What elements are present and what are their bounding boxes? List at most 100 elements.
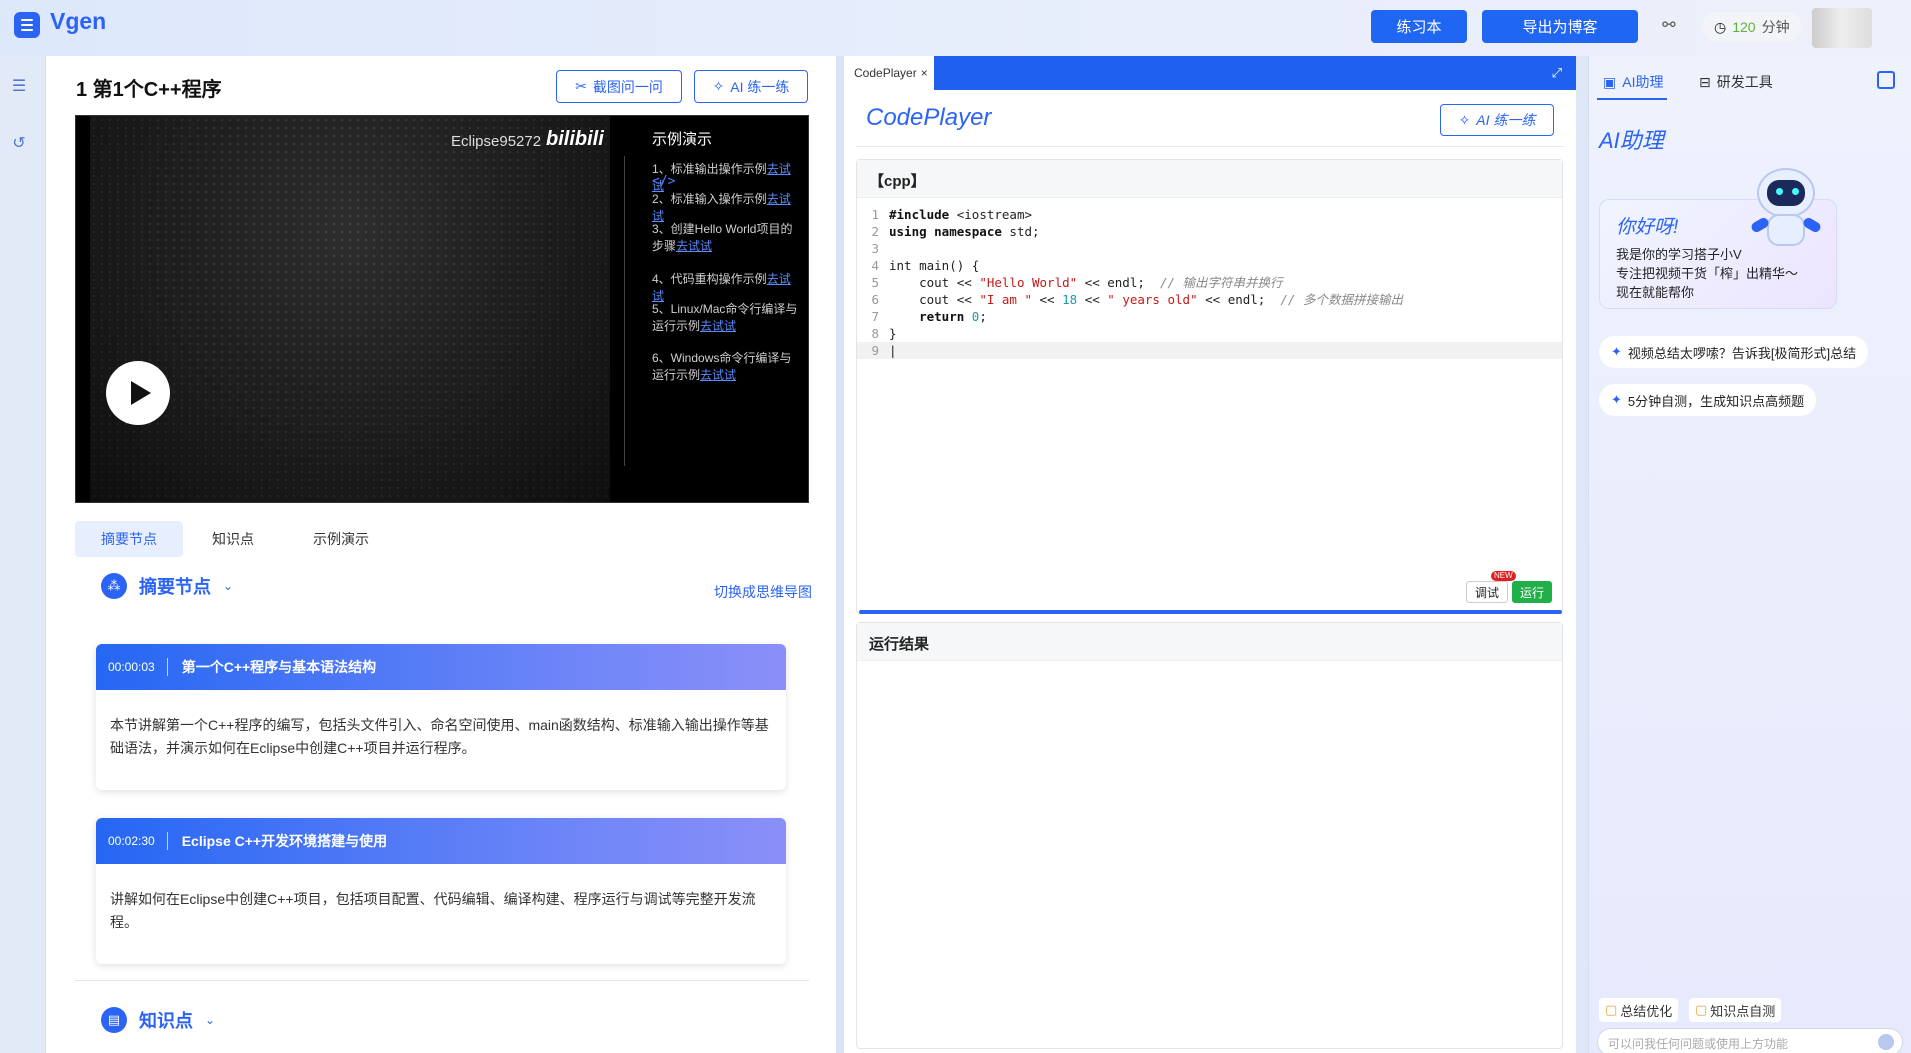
screenshot-ask-label: 截图问一问 xyxy=(592,78,663,95)
lesson-panel: 1 第1个C++程序 ✂ 截图问一问 ✧ AI 练一练 Eclipse95272… xyxy=(46,56,836,1053)
avatar[interactable] xyxy=(1812,8,1872,48)
summary-card-header: 00:00:03 第一个C++程序与基本语法结构 xyxy=(96,644,786,690)
greeting-line: 专注把视频干货「榨」出精华～ xyxy=(1616,266,1799,281)
code-line[interactable]: 5 cout << "Hello World" << endl; // 输出字符… xyxy=(857,274,1562,291)
outline-toggle-icon[interactable]: ☰ xyxy=(8,76,30,98)
code-line[interactable]: 7 return 0; xyxy=(857,308,1562,325)
try-link[interactable]: 去试试 xyxy=(700,368,736,382)
demo-item: 2、标准输入操作示例去试试 xyxy=(652,192,791,223)
suggestion-chip[interactable]: ✦ 视频总结太啰嗦？告诉我[极简形式]总结 xyxy=(1599,336,1869,368)
notification-bell-icon[interactable] xyxy=(1662,15,1684,37)
summary-optimize-chip[interactable]: ▢ 总结优化 xyxy=(1599,998,1679,1022)
new-badge: NEW xyxy=(1490,571,1516,581)
timestamp[interactable]: 00:02:30 xyxy=(96,832,168,850)
summary-icon: ▢ xyxy=(1605,1002,1618,1017)
video-frame[interactable] xyxy=(90,116,610,502)
code-tab-bar: CodePlayer × ⤢ xyxy=(844,56,1576,90)
tab-codeplayer[interactable]: CodePlayer × xyxy=(844,56,934,90)
code-editor[interactable]: 【cpp】 1 #include <iostream> 2 using namesp… xyxy=(856,159,1563,614)
send-icon[interactable] xyxy=(1878,1034,1894,1050)
assistant-input[interactable]: 可以问我任何问题或使用上方功能 xyxy=(1597,1028,1903,1053)
menu-logo-icon[interactable] xyxy=(14,12,40,38)
active-tab-underline xyxy=(1597,98,1667,100)
magic-wand-icon: ✧ xyxy=(1458,111,1471,128)
chevron-down-icon: ⌄ xyxy=(205,1013,216,1027)
summary-card-body: 讲解如何在Eclipse中创建C++项目，包括项目配置、代码编辑、编译构建、程序… xyxy=(110,891,756,930)
mindmap-toggle-link[interactable]: 切换成思维导图 xyxy=(714,582,812,602)
expand-icon[interactable]: ⤢ xyxy=(1552,65,1562,81)
clock-icon: ◷ xyxy=(1714,18,1727,35)
chip-label: 知识点自测 xyxy=(1710,1003,1776,1019)
code-player-panel: CodePlayer × ⤢ CodePlayer ✧ AI 练一练 【cpp】… xyxy=(844,56,1576,1053)
knowledge-test-chip[interactable]: ▢ 知识点自测 xyxy=(1689,998,1782,1022)
code-line[interactable]: 2 using namespace std; xyxy=(857,223,1562,240)
section-divider xyxy=(75,980,809,981)
try-link[interactable]: 去试试 xyxy=(676,239,712,253)
suggestion-chip[interactable]: ✦ 5分钟自测，生成知识点高频题 xyxy=(1599,384,1817,416)
tab-demo[interactable]: 示例演示 xyxy=(283,521,399,557)
language-label: 【cpp】 xyxy=(857,160,1562,198)
summary-card[interactable]: 00:02:30 Eclipse C++开发环境搭建与使用 讲解如何在Eclip… xyxy=(96,818,786,964)
code-line-current[interactable]: 9 | xyxy=(857,342,1562,359)
lesson-title: 1 第1个C++程序 xyxy=(76,79,222,101)
debug-button[interactable]: NEW 调试 xyxy=(1465,571,1516,603)
scissors-icon: ✂ xyxy=(575,78,587,94)
run-button[interactable]: 运行 xyxy=(1511,581,1552,603)
summary-card-body: 本节讲解第一个C++程序的编写，包括头文件引入、命名空间使用、main函数结构、… xyxy=(110,717,769,756)
timestamp[interactable]: 00:00:03 xyxy=(96,658,168,676)
book-icon: ▤ xyxy=(101,1007,127,1033)
app-logo[interactable]: Vgen xyxy=(50,8,106,35)
code-line[interactable]: 6 cout << "I am " << 18 << " years old" … xyxy=(857,291,1562,308)
ai-icon: ▣ xyxy=(1603,73,1617,90)
code-area[interactable]: 1 #include <iostream> 2 using namespace st… xyxy=(857,206,1562,359)
demo-item: 6、Windows命令行编译与运行示例去试试 xyxy=(652,351,792,382)
summary-section-header[interactable]: ⁂ 摘要节点 ⌄ xyxy=(101,571,233,601)
summary-card-title: Eclipse C++开发环境搭建与使用 xyxy=(181,833,388,849)
screenshot-ask-button[interactable]: ✂ 截图问一问 xyxy=(556,70,682,103)
greeting-line: 现在就能帮你 xyxy=(1616,285,1695,300)
knowledge-heading: 知识点 xyxy=(139,1011,193,1031)
exercise-button[interactable]: 练习本 xyxy=(1371,10,1467,43)
summary-card-title: 第一个C++程序与基本语法结构 xyxy=(181,659,377,675)
close-icon[interactable]: × xyxy=(921,66,928,80)
ai-practice-button[interactable]: ✧ AI 练一练 xyxy=(1440,104,1554,136)
quiz-icon: ▢ xyxy=(1695,1002,1708,1017)
panel-splitter[interactable] xyxy=(836,56,844,1053)
toolbox-icon: ⊟ xyxy=(1699,73,1711,90)
minutes-unit: 分钟 xyxy=(1761,19,1790,35)
video-uploader: Eclipse95272 xyxy=(451,133,542,150)
code-line[interactable]: 8} xyxy=(857,325,1562,342)
video-player[interactable]: Eclipse95272 bilibili </> 示例演示 1、标准输出操作示… xyxy=(75,115,809,503)
export-blog-button[interactable]: 导出为博客 xyxy=(1482,10,1638,43)
demo-item: 1、标准输出操作示例去试试 xyxy=(652,162,791,193)
tab-ai-assistant[interactable]: ▣ AI助理 xyxy=(1603,72,1663,92)
share-icon[interactable] xyxy=(1620,15,1642,37)
tab-tools-label: 研发工具 xyxy=(1716,74,1773,90)
try-link[interactable]: 去试试 xyxy=(700,319,736,333)
run-progress-bar xyxy=(859,610,1562,614)
demo-item: 5、Linux/Mac命令行编译与运行示例去试试 xyxy=(652,302,798,333)
summary-card[interactable]: 00:00:03 第一个C++程序与基本语法结构 本节讲解第一个C++程序的编写… xyxy=(96,644,786,790)
chevron-down-icon: ⌄ xyxy=(223,579,234,593)
history-icon[interactable]: ↺ xyxy=(8,133,30,155)
tab-dev-tools[interactable]: ⊟ 研发工具 xyxy=(1699,72,1773,92)
minutes-balance[interactable]: ◷ 120 分钟 xyxy=(1702,12,1802,42)
summary-icon: ⁂ xyxy=(101,573,127,599)
tab-knowledge[interactable]: 知识点 xyxy=(183,521,283,557)
chip-label: 总结优化 xyxy=(1620,1003,1673,1019)
ai-practice-button[interactable]: ✧ AI 练一练 xyxy=(694,70,808,103)
collapse-panel-icon[interactable] xyxy=(1877,71,1895,89)
video-demo-sidebar: </> 示例演示 1、标准输出操作示例去试试 2、标准输入操作示例去试试 3、创… xyxy=(624,116,808,502)
demo-item: 4、代码重构操作示例去试试 xyxy=(652,272,791,303)
knowledge-section-header[interactable]: ▤ 知识点 ⌄ xyxy=(101,1005,215,1035)
sparkle-icon: ✦ xyxy=(1611,392,1622,407)
code-line[interactable]: 3 xyxy=(857,240,1562,257)
code-line[interactable]: 4 int main() { xyxy=(857,257,1562,274)
codeplayer-tab-label: CodePlayer xyxy=(854,66,917,80)
tab-summary[interactable]: 摘要节点 xyxy=(75,521,183,557)
play-button[interactable] xyxy=(106,361,170,425)
minutes-value: 120 xyxy=(1732,19,1756,35)
sparkle-icon: ✦ xyxy=(1611,344,1622,359)
robot-mascot-icon xyxy=(1739,168,1829,258)
code-line[interactable]: 1 #include <iostream> xyxy=(857,206,1562,223)
